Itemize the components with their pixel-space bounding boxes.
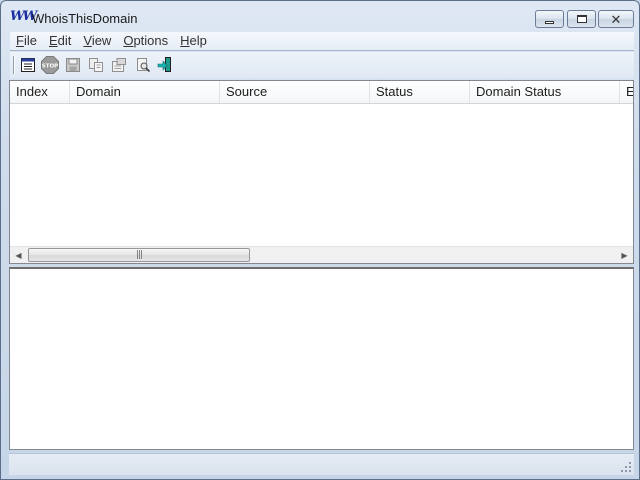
- column-header-extra[interactable]: E: [620, 81, 633, 103]
- svg-text:STOP: STOP: [42, 64, 58, 70]
- menu-edit[interactable]: Edit: [43, 32, 77, 50]
- title-bar[interactable]: WW WhoisThisDomain ✕: [1, 1, 639, 31]
- whois-detail-pane[interactable]: [9, 267, 634, 450]
- grip-icon: |||: [135, 250, 143, 260]
- menu-help[interactable]: Help: [174, 32, 213, 50]
- scroll-right-button[interactable]: ▶: [616, 247, 633, 263]
- arrow-left-icon: ◀: [15, 250, 22, 260]
- minimize-icon: [545, 20, 554, 24]
- column-header-domain[interactable]: Domain: [70, 81, 220, 103]
- column-header-source[interactable]: Source: [220, 81, 370, 103]
- menu-divider: [10, 50, 634, 51]
- domain-list-icon: [21, 58, 35, 72]
- menu-file[interactable]: File: [10, 32, 43, 50]
- save-icon: [66, 58, 80, 72]
- find-button[interactable]: [134, 56, 152, 74]
- maximize-button[interactable]: [567, 10, 596, 28]
- find-icon: [137, 58, 151, 73]
- domain-list-button[interactable]: [19, 56, 37, 74]
- app-window: WW WhoisThisDomain ✕ File Edit View Opti…: [0, 0, 640, 480]
- properties-icon: [112, 58, 126, 72]
- column-header-domain-status[interactable]: Domain Status: [470, 81, 620, 103]
- minimize-button[interactable]: [535, 10, 564, 28]
- scroll-left-button[interactable]: ◀: [10, 247, 27, 263]
- list-header: Index Domain Source Status Domain Status…: [10, 81, 633, 104]
- close-button[interactable]: ✕: [598, 10, 634, 28]
- size-grip-icon[interactable]: [620, 461, 632, 473]
- domain-list-view[interactable]: Index Domain Source Status Domain Status…: [9, 80, 634, 264]
- exit-button[interactable]: [156, 56, 174, 74]
- app-icon[interactable]: WW: [10, 10, 37, 24]
- copy-icon: [89, 58, 103, 72]
- copy-button[interactable]: [87, 56, 105, 74]
- close-icon: ✕: [610, 11, 622, 27]
- arrow-right-icon: ▶: [621, 250, 628, 260]
- horizontal-scrollbar[interactable]: ◀ ||| ▶: [10, 246, 633, 263]
- stop-button[interactable]: STOP: [41, 56, 59, 74]
- status-bar: [9, 453, 634, 475]
- stop-icon: STOP: [41, 56, 59, 74]
- save-button[interactable]: [64, 56, 82, 74]
- exit-icon: [157, 57, 171, 72]
- maximize-icon: [576, 15, 587, 23]
- window-title: WhoisThisDomain: [32, 11, 138, 26]
- toolbar: STOP: [10, 52, 634, 78]
- menu-view[interactable]: View: [77, 32, 117, 50]
- menu-bar: File Edit View Options Help: [10, 32, 634, 50]
- toolbar-grip[interactable]: [13, 56, 15, 74]
- column-header-index[interactable]: Index: [10, 81, 70, 103]
- column-header-status[interactable]: Status: [370, 81, 470, 103]
- properties-button[interactable]: [110, 56, 128, 74]
- menu-options[interactable]: Options: [117, 32, 174, 50]
- scroll-thumb[interactable]: |||: [28, 248, 250, 262]
